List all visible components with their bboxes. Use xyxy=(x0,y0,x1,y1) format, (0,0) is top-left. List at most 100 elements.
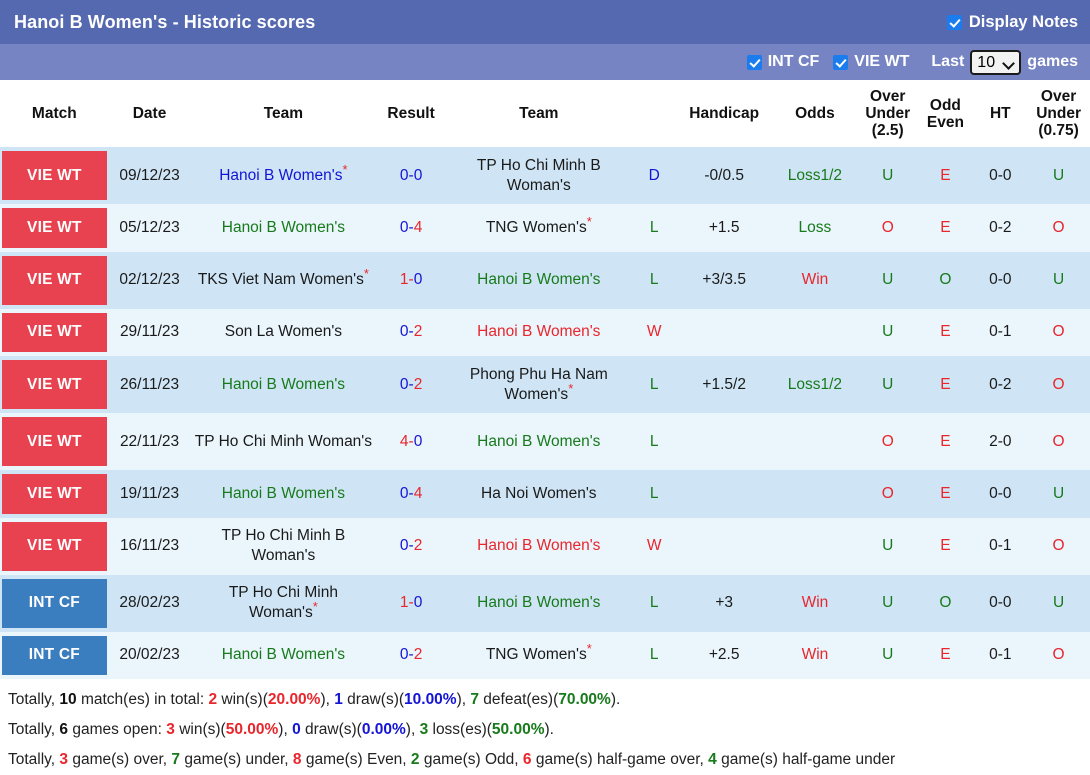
score-away: 4 xyxy=(414,219,423,236)
cell-league[interactable]: VIE WT xyxy=(0,518,109,575)
cell-result[interactable]: 0-2 xyxy=(376,356,445,413)
table-row[interactable]: INT CF20/02/23Hanoi B Women's0-2TNG Wome… xyxy=(0,632,1090,680)
cell-ht: 0-0 xyxy=(973,147,1027,204)
cell-ht-value: 0-1 xyxy=(989,537,1011,554)
table-row[interactable]: VIE WT02/12/23TKS Viet Nam Women's*1-0Ha… xyxy=(0,252,1090,309)
table-row[interactable]: VIE WT09/12/23Hanoi B Women's*0-0TP Ho C… xyxy=(0,147,1090,204)
cell-result[interactable]: 0-0 xyxy=(376,147,445,204)
cell-team-home[interactable]: Son La Women's xyxy=(190,309,376,357)
cell-team-home[interactable]: Hanoi B Women's xyxy=(190,356,376,413)
column-header-outcome xyxy=(632,80,677,147)
games-count-select-wrap[interactable]: 10 xyxy=(970,50,1021,75)
table-row[interactable]: VIE WT 22/11/23 TP Ho Chi Minh Woman's4-0H… xyxy=(0,413,1090,470)
cell-result[interactable]: 1-0 xyxy=(376,252,445,309)
cell-result[interactable]: 0-2 xyxy=(376,518,445,575)
vie-wt-checkbox[interactable] xyxy=(833,55,848,70)
column-header-ht[interactable]: HT xyxy=(973,80,1027,147)
column-header-team-away[interactable]: Team xyxy=(446,80,632,147)
cell-league[interactable]: VIE WT xyxy=(0,252,109,309)
cell-ht: 0-1 xyxy=(973,632,1027,680)
cell-team-away[interactable]: Hanoi B Women's xyxy=(446,575,632,632)
cell-team-home[interactable]: Hanoi B Women's xyxy=(190,470,376,518)
cell-odd-even-value: E xyxy=(940,376,950,393)
cell-result[interactable]: 0-4 xyxy=(376,204,445,252)
cell-odd-even-value: E xyxy=(940,323,950,340)
cell-team-away[interactable]: TP Ho Chi Minh B Woman's xyxy=(446,147,632,204)
cell-league[interactable]: VIE WT xyxy=(0,356,109,413)
cell-result[interactable]: 0-2 xyxy=(376,309,445,357)
cell-league[interactable]: VIE WT xyxy=(0,413,109,470)
s2-t5: draw(s)( xyxy=(301,721,362,738)
cell-team-away[interactable]: Hanoi B Women's xyxy=(446,309,632,357)
cell-team-home[interactable]: Hanoi B Women's xyxy=(190,204,376,252)
cell-team-home[interactable]: TP Ho Chi Minh Woman's* xyxy=(190,575,376,632)
cell-ht: 0-2 xyxy=(973,204,1027,252)
games-count-select[interactable]: 10 xyxy=(970,50,1021,75)
table-row[interactable]: INT CF28/02/23TP Ho Chi Minh Woman's*1-0… xyxy=(0,575,1090,632)
cell-team-away[interactable]: Phong Phu Ha Nam Women's* xyxy=(446,356,632,413)
cell-team-away[interactable]: Hanoi B Women's xyxy=(446,518,632,575)
cell-ht-value: 0-1 xyxy=(989,646,1011,663)
s1-defeats: 7 xyxy=(470,691,479,708)
cell-team-away[interactable]: TNG Women's* xyxy=(446,204,632,252)
table-body: VIE WT09/12/23Hanoi B Women's*0-0TP Ho C… xyxy=(0,147,1090,679)
team-name-away: TP Ho Chi Minh B Woman's xyxy=(477,157,601,194)
cell-result[interactable]: 0-4 xyxy=(376,470,445,518)
league-badge: VIE WT xyxy=(2,360,107,409)
score-away: 0 xyxy=(414,271,423,288)
cell-league[interactable]: VIE WT xyxy=(0,204,109,252)
column-header-handicap[interactable]: Handicap xyxy=(677,80,772,147)
column-header-match[interactable]: Match xyxy=(0,80,109,147)
column-header-odds[interactable]: Odds xyxy=(772,80,858,147)
cell-team-home[interactable]: Hanoi B Women's xyxy=(190,632,376,680)
int-cf-checkbox[interactable] xyxy=(747,55,762,70)
cell-team-away[interactable]: TNG Women's* xyxy=(446,632,632,680)
cell-league[interactable]: VIE WT xyxy=(0,147,109,204)
display-notes-checkbox[interactable] xyxy=(947,15,962,30)
column-header-over-under-25[interactable]: Over Under (2.5) xyxy=(858,80,917,147)
table-row[interactable]: VIE WT05/12/23Hanoi B Women's0-4TNG Wome… xyxy=(0,204,1090,252)
cell-over-under-25: O xyxy=(858,204,917,252)
column-header-odd-even[interactable]: Odd Even xyxy=(917,80,973,147)
table-row[interactable]: VIE WT16/11/23TP Ho Chi Minh B Woman's0-… xyxy=(0,518,1090,575)
filter-int-cf[interactable]: INT CF xyxy=(747,53,820,71)
cell-team-home[interactable]: TP Ho Chi Minh Woman's xyxy=(190,413,376,470)
team-name-away: TNG Women's xyxy=(486,219,587,236)
filter-vie-wt[interactable]: VIE WT xyxy=(833,53,909,71)
column-header-team-home[interactable]: Team xyxy=(190,80,376,147)
cell-odd-even: O xyxy=(917,252,973,309)
cell-over-under-075-value: U xyxy=(1053,271,1064,288)
cell-date-value: 22/11/23 xyxy=(120,433,179,450)
s1-t3: win(s)( xyxy=(217,691,268,708)
cell-team-away[interactable]: Hanoi B Women's xyxy=(446,252,632,309)
cell-team-away[interactable]: Hanoi B Women's xyxy=(446,413,632,470)
cell-team-home[interactable]: TP Ho Chi Minh B Woman's xyxy=(190,518,376,575)
cell-handicap-value: +1.5 xyxy=(709,219,740,236)
cell-outcome: W xyxy=(632,518,677,575)
cell-result[interactable]: 1-0 xyxy=(376,575,445,632)
column-header-result[interactable]: Result xyxy=(376,80,445,147)
score-home: 0 xyxy=(400,167,409,184)
table-row[interactable]: VIE WT19/11/23Hanoi B Women's0-4Ha Noi W… xyxy=(0,470,1090,518)
cell-team-home[interactable]: TKS Viet Nam Women's* xyxy=(190,252,376,309)
league-badge: VIE WT xyxy=(2,417,107,466)
cell-result[interactable]: 0-2 xyxy=(376,632,445,680)
s1-t5: draw(s)( xyxy=(343,691,404,708)
cell-odds: Win xyxy=(772,575,858,632)
column-header-over-under-075[interactable]: Over Under (0.75) xyxy=(1027,80,1090,147)
team-name-away: Hanoi B Women's xyxy=(477,323,600,340)
cell-league[interactable]: VIE WT xyxy=(0,470,109,518)
cell-league[interactable]: INT CF xyxy=(0,575,109,632)
table-row[interactable]: VIE WT29/11/23Son La Women's0-2Hanoi B W… xyxy=(0,309,1090,357)
cell-team-away[interactable]: Ha Noi Women's xyxy=(446,470,632,518)
column-header-date[interactable]: Date xyxy=(109,80,191,147)
cell-over-under-25: O xyxy=(858,470,917,518)
oe-line1: Odd xyxy=(930,97,961,114)
cell-odd-even: E xyxy=(917,470,973,518)
cell-league[interactable]: INT CF xyxy=(0,632,109,680)
cell-league[interactable]: VIE WT xyxy=(0,309,109,357)
cell-result[interactable]: 4-0 xyxy=(376,413,445,470)
table-row[interactable]: VIE WT26/11/23Hanoi B Women's0-2Phong Ph… xyxy=(0,356,1090,413)
cell-team-home[interactable]: Hanoi B Women's* xyxy=(190,147,376,204)
display-notes-toggle[interactable]: Display Notes xyxy=(947,13,1078,32)
